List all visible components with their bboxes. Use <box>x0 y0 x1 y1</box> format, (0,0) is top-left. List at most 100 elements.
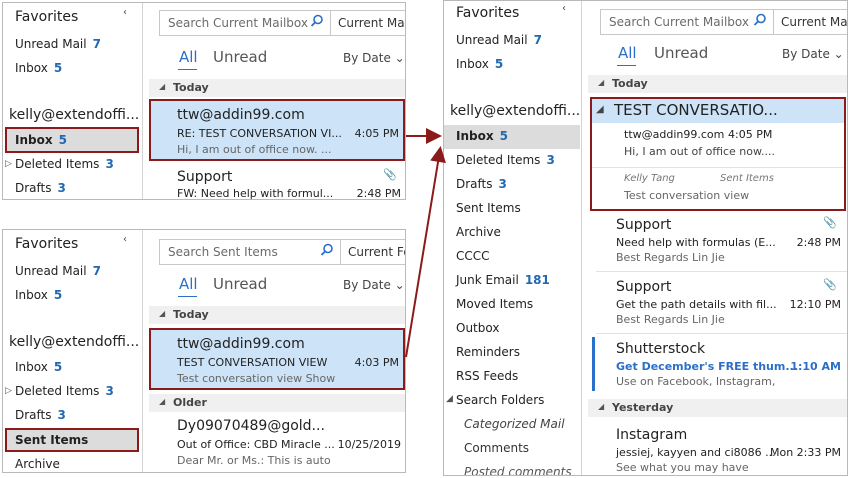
favorites-header[interactable]: Favorites <box>456 5 519 21</box>
collapse-triangle-icon[interactable]: ◢ <box>446 394 453 404</box>
search-scope-dropdown[interactable]: Current Mail <box>774 9 847 35</box>
mail-item-unread[interactable]: Shutterstock Get December's FREE thum...… <box>588 337 847 393</box>
collapse-triangle-icon: ◢ <box>159 397 166 406</box>
folder-sent-items[interactable]: Sent Items <box>456 201 521 215</box>
fav-inbox[interactable]: Inbox 5 <box>15 288 62 302</box>
chevron-down-icon: ⌄ <box>394 278 405 292</box>
mail-subject: Get December's FREE thum... <box>616 360 798 373</box>
folder-pane: Favorites ‹ Unread Mail 7 Inbox 5 kelly@ex… <box>3 3 143 199</box>
collapse-chevron-icon[interactable]: ‹ <box>123 7 127 18</box>
folder-deleted-items[interactable]: Deleted Items 3 <box>15 384 114 398</box>
conversation-message-1[interactable]: ttw@addin99.com 4:05 PM Hi, I am out of … <box>592 123 844 167</box>
chevron-down-icon: ⌄ <box>833 47 844 61</box>
mail-item[interactable]: Support 📎 Need help with formulas (E... … <box>588 215 847 271</box>
search-input[interactable]: Search Current Mailbox <box>600 9 774 35</box>
folder-drafts[interactable]: Drafts 3 <box>15 181 66 195</box>
folder-inbox-label: Inbox 5 <box>15 133 67 147</box>
fav-unread-mail[interactable]: Unread Mail 7 <box>15 264 101 278</box>
mail-time: 2:48 PM <box>356 187 401 200</box>
mail-item-selected[interactable]: ttw@addin99.com RE: TEST CONVERSATION VI… <box>149 99 405 161</box>
folder-junk-email[interactable]: Junk Email 181 <box>456 273 550 287</box>
folder-pane: Favorites ‹ Unread Mail 7 Inbox 5 kelly@ex… <box>444 1 582 475</box>
collapse-triangle-icon: ◢ <box>159 309 166 318</box>
sort-by-date-dropdown[interactable]: By Date ⌄ <box>343 278 405 292</box>
mail-item[interactable]: Support 📎 Get the path details with fil.… <box>588 277 847 333</box>
mail-time: 4:05 PM <box>354 127 399 140</box>
search-scope-dropdown[interactable]: Current Fo <box>341 239 405 265</box>
folder-drafts[interactable]: Drafts 3 <box>15 408 66 422</box>
mail-sender: ttw@addin99.com <box>624 128 725 141</box>
search-icon[interactable] <box>320 243 334 257</box>
folder-outbox[interactable]: Outbox <box>456 321 499 335</box>
favorites-header[interactable]: Favorites <box>15 236 78 252</box>
mail-sender: Instagram <box>616 427 688 443</box>
chevron-down-icon: ⌄ <box>394 51 405 65</box>
search-icon[interactable] <box>753 13 767 27</box>
tab-unread[interactable]: Unread <box>213 48 267 66</box>
fav-inbox[interactable]: Inbox 5 <box>15 61 62 75</box>
sort-by-date-dropdown[interactable]: By Date ⌄ <box>343 51 405 65</box>
sort-by-date-dropdown[interactable]: By Date ⌄ <box>782 47 844 61</box>
account-header[interactable]: kelly@extendoffi... <box>450 103 580 119</box>
folder-deleted-items[interactable]: Deleted Items 3 <box>15 157 114 171</box>
mail-sender: Shutterstock <box>616 341 706 357</box>
message-list: Search Sent Items Current Fo All Unread … <box>149 230 405 472</box>
mail-subject: Get the path details with fil... <box>616 298 777 311</box>
folder-archive[interactable]: Archive <box>15 457 60 471</box>
conversation-thread[interactable]: ◢ TEST CONVERSATIO... ttw@addin99.com 4:… <box>590 97 846 211</box>
collapse-triangle-icon[interactable]: ◢ <box>596 104 604 115</box>
search-scope-dropdown[interactable]: Current Mailb <box>331 10 405 36</box>
folder-deleted-items[interactable]: Deleted Items 3 <box>456 153 555 167</box>
account-header[interactable]: kelly@extendoffi... <box>9 334 139 350</box>
conversation-header[interactable]: ◢ TEST CONVERSATIO... <box>592 99 844 123</box>
group-header-older[interactable]: ◢ Older <box>149 394 405 412</box>
folder-drafts[interactable]: Drafts 3 <box>456 177 507 191</box>
search-input[interactable]: Search Current Mailbox <box>159 10 331 36</box>
account-header[interactable]: kelly@extendoffi... <box>9 107 139 123</box>
mail-time: 4:05 PM <box>728 128 773 141</box>
tab-unread[interactable]: Unread <box>213 275 267 293</box>
expand-triangle-icon[interactable]: ▷ <box>5 159 12 169</box>
group-header-yesterday[interactable]: ◢ Yesterday <box>588 399 847 417</box>
expand-triangle-icon[interactable]: ▷ <box>5 386 12 396</box>
tab-all[interactable]: All <box>179 275 198 293</box>
group-header-today[interactable]: ◢ Today <box>149 79 405 97</box>
folder-cccc[interactable]: CCCC <box>456 249 490 263</box>
group-header-today[interactable]: ◢ Today <box>588 75 847 93</box>
mail-preview: Test conversation view <box>624 189 750 202</box>
folder-sent-items-label: Sent Items <box>15 433 89 447</box>
folder-search-folders[interactable]: Search Folders <box>456 393 544 407</box>
fav-unread-mail[interactable]: Unread Mail 7 <box>15 37 101 51</box>
group-header-today[interactable]: ◢ Today <box>149 306 405 324</box>
search-icon[interactable] <box>310 14 324 28</box>
mail-item-selected[interactable]: ttw@addin99.com TEST CONVERSATION VIEW 4… <box>149 328 405 390</box>
folder-archive[interactable]: Archive <box>456 225 501 239</box>
tab-unread[interactable]: Unread <box>654 44 708 62</box>
mail-preview: Dear Mr. or Ms.: This is auto <box>177 454 331 467</box>
collapse-chevron-icon[interactable]: ‹ <box>123 234 127 245</box>
favorites-header[interactable]: Favorites <box>15 9 78 25</box>
mail-item[interactable]: Support 📎 FW: Need help with formul... 2… <box>149 165 405 200</box>
folder-posted-comments[interactable]: Posted comments <box>464 465 572 475</box>
conversation-message-2[interactable]: Kelly Tang Sent Items Test conversation … <box>592 168 844 211</box>
folder-comments[interactable]: Comments <box>464 441 529 455</box>
tab-all[interactable]: All <box>618 44 637 62</box>
tab-all-underline <box>178 296 197 297</box>
mail-item[interactable]: Instagram jessiej, kayyen and ci8086 ...… <box>588 425 847 475</box>
collapse-chevron-icon[interactable]: ‹ <box>562 3 566 14</box>
mail-time: 4:03 PM <box>354 356 399 369</box>
fav-inbox[interactable]: Inbox 5 <box>456 57 503 71</box>
tab-all[interactable]: All <box>179 48 198 66</box>
mail-subject: Out of Office: CBD Miracle ... <box>177 438 335 451</box>
folder-moved-items[interactable]: Moved Items <box>456 297 533 311</box>
mail-sender: Support <box>616 217 672 233</box>
panel-inbox: Favorites ‹ Unread Mail 7 Inbox 5 kelly@ex… <box>2 2 406 200</box>
mail-item[interactable]: Dy09070489@gold... Out of Office: CBD Mi… <box>149 416 405 472</box>
folder-reminders[interactable]: Reminders <box>456 345 520 359</box>
folder-inbox[interactable]: Inbox 5 <box>15 360 62 374</box>
fav-unread-mail[interactable]: Unread Mail 7 <box>456 33 542 47</box>
tab-all-underline <box>617 65 636 66</box>
folder-rss-feeds[interactable]: RSS Feeds <box>456 369 518 383</box>
search-input[interactable]: Search Sent Items <box>159 239 341 265</box>
folder-categorized-mail[interactable]: Categorized Mail <box>464 417 565 431</box>
